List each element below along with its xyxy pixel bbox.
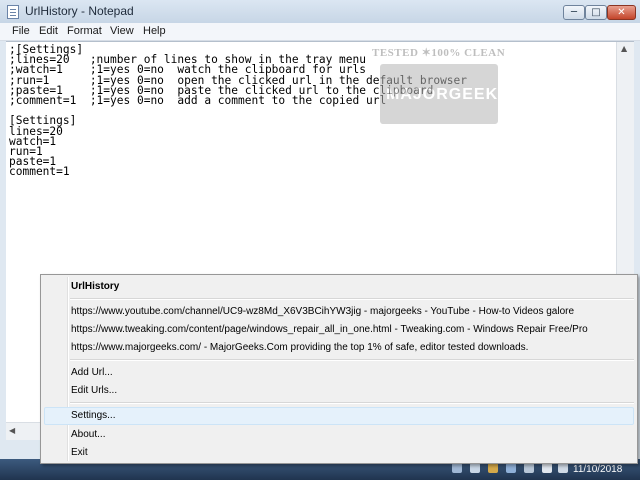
close-button[interactable]: ✕ (607, 5, 636, 20)
tray-icon-3[interactable] (488, 463, 498, 473)
menu-bar: File Edit Format View Help (0, 23, 640, 41)
minimize-button[interactable]: ─ (563, 5, 585, 20)
scroll-left-icon[interactable]: ◀ (9, 426, 15, 435)
menu-highlight (44, 407, 634, 425)
menu-edit-urls[interactable]: Edit Urls... (71, 385, 117, 396)
tray-icon-4[interactable] (506, 463, 516, 473)
menu-title: UrlHistory (71, 281, 120, 292)
menu-edit[interactable]: Edit (39, 25, 58, 37)
watermark-logo-text: MAJORGEEKS (386, 86, 510, 103)
menu-gutter (67, 277, 69, 461)
menu-url-item-majorgeeks[interactable]: https://www.majorgeeks.com/ - MajorGeeks… (71, 342, 528, 353)
menu-url-item-youtube[interactable]: https://www.youtube.com/channel/UC9-wz8M… (71, 306, 574, 317)
menu-help[interactable]: Help (143, 25, 166, 37)
editor-line: ;comment=1 ;1=yes 0=no add a comment to … (9, 94, 387, 108)
title-bar[interactable]: UrlHistory - Notepad ─ □ ✕ (0, 0, 640, 23)
menu-exit[interactable]: Exit (71, 447, 88, 458)
menu-separator (70, 402, 634, 404)
menu-separator (70, 298, 634, 300)
tray-icon-5[interactable] (524, 463, 534, 473)
window-title: UrlHistory - Notepad (25, 4, 134, 18)
network-icon[interactable] (558, 463, 568, 473)
scroll-up-icon[interactable]: ▲ (621, 44, 627, 53)
notepad-icon[interactable] (7, 5, 19, 19)
watermark-logo: MAJORGEEKS (380, 64, 509, 124)
urlhistory-context-menu: UrlHistory https://www.youtube.com/chann… (40, 274, 638, 464)
watermark-tested-clean: TESTED ✶100% CLEAN (372, 47, 506, 59)
menu-url-item-tweaking[interactable]: https://www.tweaking.com/content/page/wi… (71, 324, 588, 335)
taskbar-clock-date[interactable]: 11/10/2018 (573, 464, 622, 475)
menu-separator (70, 359, 634, 361)
maximize-button[interactable]: □ (585, 5, 607, 20)
volume-icon[interactable] (542, 463, 552, 473)
menu-file[interactable]: File (12, 25, 30, 37)
menu-settings[interactable]: Settings... (71, 410, 115, 421)
tray-icon-2[interactable] (470, 463, 480, 473)
menu-add-url[interactable]: Add Url... (71, 367, 113, 378)
majorgeeks-watermark: TESTED ✶100% CLEAN MAJORGEEKS (370, 44, 509, 126)
tray-icon-1[interactable] (452, 463, 462, 473)
editor-text[interactable]: ;[Settings] ;lines=20 ;number of lines t… (6, 42, 634, 178)
menu-format[interactable]: Format (67, 25, 102, 37)
menu-about[interactable]: About... (71, 429, 105, 440)
menu-view[interactable]: View (110, 25, 134, 37)
editor-line: comment=1 (9, 165, 70, 179)
